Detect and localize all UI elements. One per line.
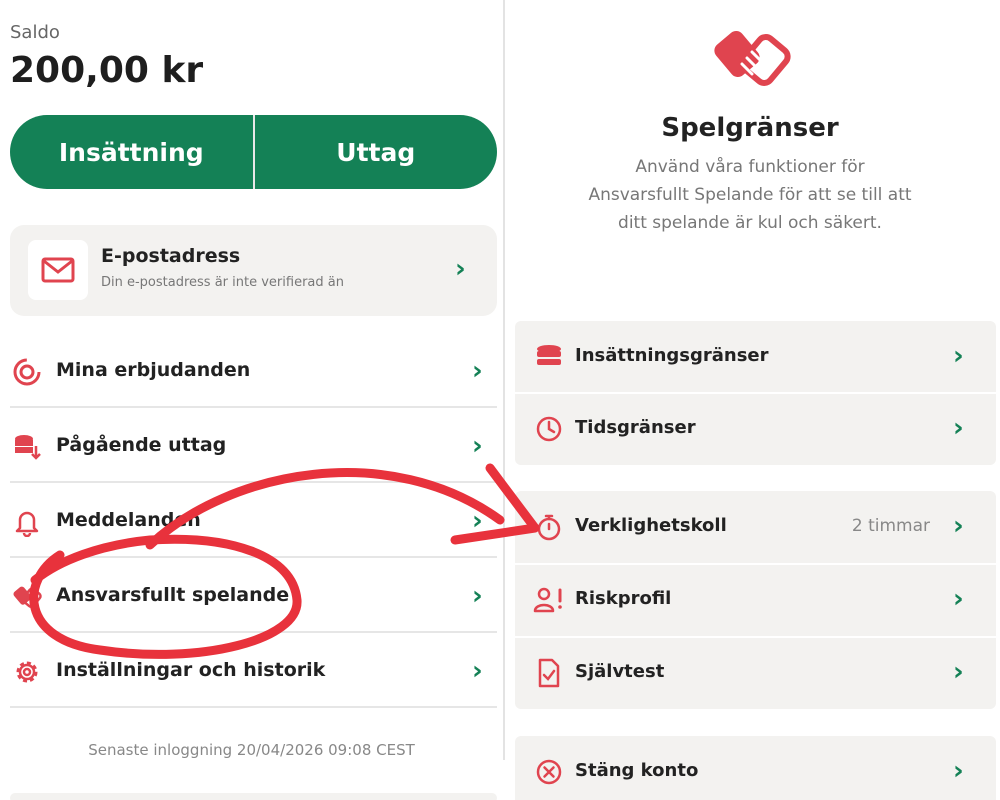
menu-item-offers[interactable]: Mina erbjudanden › xyxy=(10,334,497,408)
reality-check-row[interactable]: Verklighetskoll 2 timmar › xyxy=(515,491,996,563)
deposit-button[interactable]: Insättning xyxy=(10,115,253,189)
clock-icon xyxy=(533,413,565,445)
handshake-icon xyxy=(712,20,792,100)
chevron-right-icon: › xyxy=(472,656,483,686)
limits-card-1: Insättningsgränser › Tidsgränser › xyxy=(515,321,996,465)
self-test-row[interactable]: Självtest › xyxy=(515,637,996,709)
last-login-text: Senaste inloggning 20/04/2026 09:08 CEST xyxy=(88,741,415,759)
menu-item-settings-history[interactable]: Inställningar och historik › xyxy=(10,634,497,708)
coin-stack-icon xyxy=(533,341,565,373)
chevron-right-icon: › xyxy=(953,511,964,541)
bell-icon xyxy=(12,507,42,537)
row-label: Riskprofil xyxy=(575,588,672,609)
chevron-right-icon: › xyxy=(953,756,964,786)
row-label: Tidsgränser xyxy=(575,417,696,438)
balance-amount: 200,00 kr xyxy=(10,50,204,91)
account-panel: Saldo 200,00 kr Insättning Uttag E-posta… xyxy=(0,0,503,800)
deposit-withdraw-group: Insättning Uttag xyxy=(10,115,497,189)
chevron-right-icon: › xyxy=(953,584,964,614)
page-title: Spelgränser xyxy=(661,113,839,143)
limits-card-3: Stäng konto › xyxy=(515,736,996,800)
chevron-right-icon: › xyxy=(472,356,483,386)
row-label: Stäng konto xyxy=(575,760,699,781)
email-verification-card[interactable]: E-postadress Din e-postadress är inte ve… xyxy=(10,225,497,316)
email-title: E-postadress xyxy=(101,245,241,267)
menu-item-label: Mina erbjudanden xyxy=(56,359,251,381)
row-label: Insättningsgränser xyxy=(575,345,769,366)
row-label: Verklighetskoll xyxy=(575,515,727,536)
chevron-right-icon: › xyxy=(455,254,466,284)
chevron-right-icon: › xyxy=(953,341,964,371)
withdraw-button[interactable]: Uttag xyxy=(255,115,498,189)
chevron-right-icon: › xyxy=(472,431,483,461)
handshake-icon xyxy=(12,582,42,612)
stopwatch-icon xyxy=(533,511,565,543)
menu-item-label: Pågående uttag xyxy=(56,434,227,456)
deposit-limits-row[interactable]: Insättningsgränser › xyxy=(515,321,996,393)
chevron-right-icon: › xyxy=(472,581,483,611)
mail-icon xyxy=(28,240,88,300)
time-limits-row[interactable]: Tidsgränser › xyxy=(515,393,996,465)
offers-ring-icon xyxy=(12,357,42,387)
menu-item-label: Inställningar och historik xyxy=(56,659,326,681)
row-label: Självtest xyxy=(575,661,665,682)
close-account-row[interactable]: Stäng konto › xyxy=(515,736,996,800)
chevron-right-icon: › xyxy=(953,413,964,443)
menu-item-messages[interactable]: Meddelanden › xyxy=(10,484,497,558)
chevron-right-icon: › xyxy=(953,657,964,687)
page-description: Använd våra funktioner för Ansvarsfullt … xyxy=(588,157,912,233)
menu-item-label: Meddelanden xyxy=(56,509,201,531)
risk-profile-row[interactable]: Riskprofil › xyxy=(515,564,996,636)
close-circle-icon xyxy=(533,756,565,788)
limits-card-2: Verklighetskoll 2 timmar › Riskprofil › xyxy=(515,491,996,709)
responsible-gaming-panel: Spelgränser Använd våra funktioner för A… xyxy=(505,0,1000,800)
menu-item-responsible-gaming[interactable]: Ansvarsfullt spelande › xyxy=(10,559,497,633)
menu-item-pending-withdrawals[interactable]: Pågående uttag › xyxy=(10,409,497,483)
bottom-card xyxy=(10,793,497,800)
email-subtitle: Din e-postadress är inte verifierad än xyxy=(101,275,344,290)
gear-icon xyxy=(12,657,42,687)
menu-item-label: Ansvarsfullt spelande xyxy=(56,584,290,606)
document-check-icon xyxy=(533,657,565,689)
balance-label: Saldo xyxy=(10,22,60,43)
coins-withdraw-icon xyxy=(12,432,42,462)
person-alert-icon xyxy=(533,584,565,616)
chevron-right-icon: › xyxy=(472,506,483,536)
reality-check-value: 2 timmar xyxy=(851,516,930,536)
